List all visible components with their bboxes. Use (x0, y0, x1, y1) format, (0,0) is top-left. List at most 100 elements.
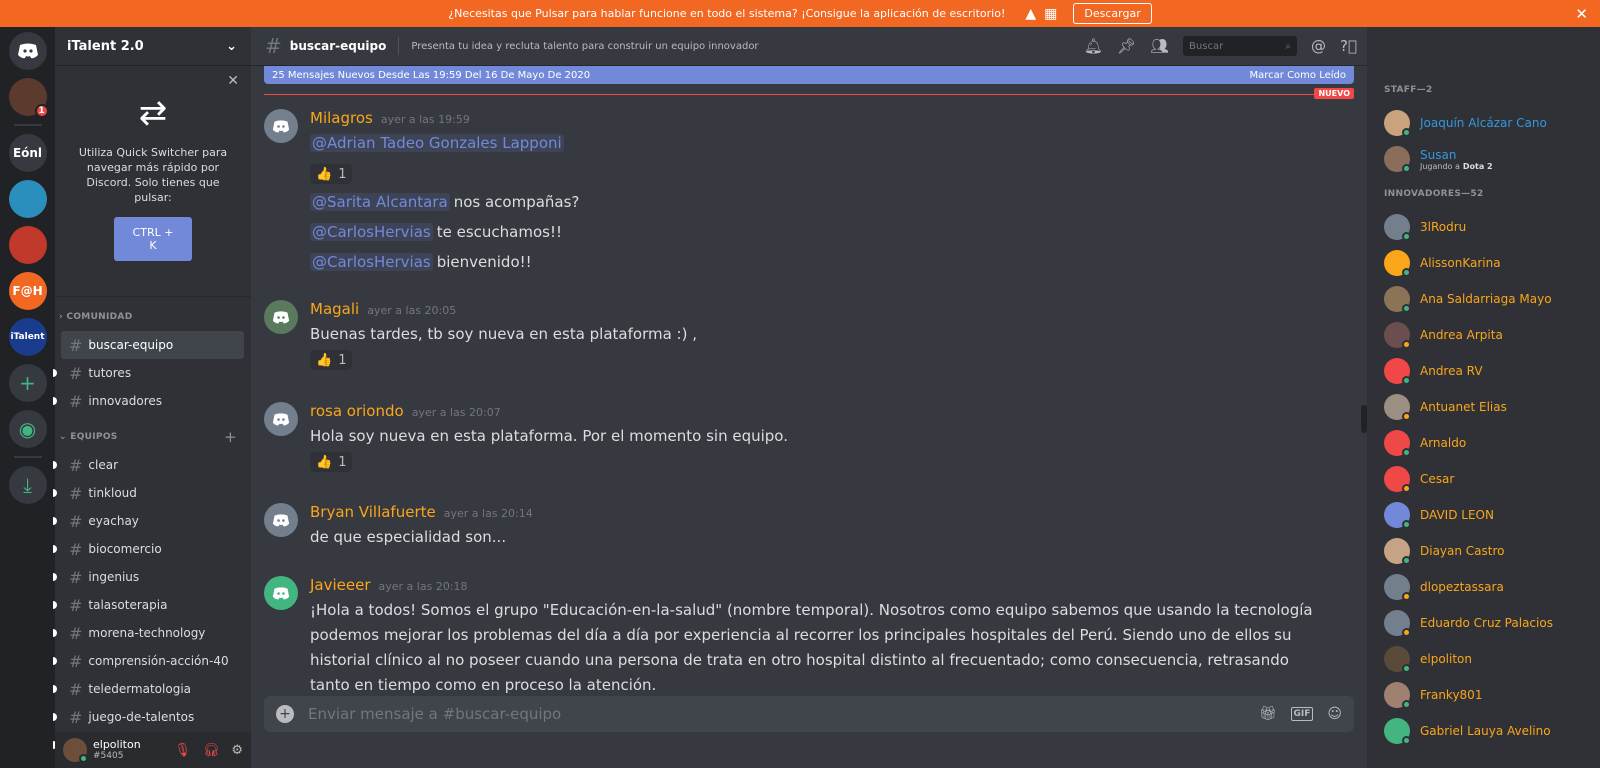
channel-item[interactable]: # innovadores (53, 387, 244, 415)
close-icon[interactable]: ✕ (227, 73, 239, 89)
message-author[interactable]: Magali (310, 300, 359, 318)
server-fah[interactable]: F@H (8, 272, 47, 310)
member-name: Eduardo Cruz Palacios (1420, 616, 1553, 630)
message-composer: + 🎁︎ GIF ☺ (264, 696, 1354, 732)
server-header[interactable]: iTalent 2.0 ⌄ (55, 27, 251, 65)
member-item[interactable]: Eduardo Cruz Palacios (1367, 605, 1600, 641)
channel-item[interactable]: # biocomercio (53, 535, 244, 563)
explore-servers-button[interactable]: ◉ (8, 410, 47, 448)
member-item[interactable]: DAVID LEON (1367, 497, 1600, 533)
member-item[interactable]: Ana Saldarriaga Mayo (1367, 281, 1600, 317)
mention-icon[interactable]: @ (1311, 37, 1326, 55)
channel-item[interactable]: # morena-technology (53, 619, 244, 647)
channel-item[interactable]: # tinkloud (53, 479, 244, 507)
member-item[interactable]: elpoliton (1367, 641, 1600, 677)
avatar[interactable] (264, 503, 298, 537)
member-item[interactable]: Diayan Castro (1367, 533, 1600, 569)
android-icon[interactable]: ▲ (1025, 6, 1036, 22)
member-name: 3lRodru (1420, 220, 1467, 234)
gift-icon[interactable]: 🎁︎ (1259, 706, 1277, 722)
gear-icon[interactable]: ⚙ (231, 743, 243, 758)
shortcut-button[interactable]: CTRL + K (114, 217, 192, 261)
user-mention[interactable]: @CarlosHervias (310, 223, 433, 241)
channel-item[interactable]: # clear (53, 451, 244, 479)
member-item[interactable]: Andrea Arpita (1367, 317, 1600, 353)
channel-item[interactable]: # teledermatologia (53, 675, 244, 703)
pin-icon[interactable]: 📌︎ (1117, 37, 1136, 55)
channel-item[interactable]: # ingenius (53, 563, 244, 591)
unread-indicator (53, 397, 57, 405)
message-author[interactable]: Bryan Villafuerte (310, 503, 436, 521)
user-mention[interactable]: @CarlosHervias (310, 253, 433, 271)
channel-item[interactable]: # buscar-equipo (61, 331, 244, 359)
server-avatar-user[interactable]: 1 (8, 78, 49, 118)
message-input[interactable] (308, 705, 1259, 723)
search-input[interactable]: Buscar ⌕ (1183, 36, 1298, 56)
member-item[interactable]: Gabriel Lauya Avelino (1367, 713, 1600, 749)
deafen-headphones-icon[interactable]: 🎧︎ (203, 743, 220, 758)
unread-indicator (53, 713, 57, 721)
channel-item[interactable]: # eyachay (53, 507, 244, 535)
emoji-icon[interactable]: ☺ (1327, 706, 1342, 722)
discord-home-button[interactable] (8, 32, 47, 70)
help-icon[interactable]: ?⃝ (1340, 37, 1357, 55)
discord-logo-icon (272, 513, 290, 526)
avatar[interactable] (264, 300, 298, 334)
gif-button[interactable]: GIF (1290, 707, 1314, 721)
member-item[interactable]: Andrea RV (1367, 353, 1600, 389)
mute-microphone-icon[interactable]: 🎙︎ (174, 743, 191, 758)
message-timestamp: ayer a las 20:14 (443, 507, 533, 520)
channel-item[interactable]: # tutores (53, 359, 244, 387)
member-item[interactable]: Arnaldo (1367, 425, 1600, 461)
server-italent[interactable]: iTalent (8, 318, 47, 356)
add-server-button[interactable]: + (8, 364, 47, 402)
avatar[interactable] (264, 109, 298, 143)
avatar (1384, 466, 1411, 493)
windows-icon[interactable]: ▦ (1044, 6, 1057, 22)
channel-item[interactable]: # talasoterapia (53, 591, 244, 619)
user-mention[interactable]: @Adrian Tadeo Gonzales Lapponi (310, 134, 564, 152)
message-author[interactable]: Javieeer (310, 576, 371, 594)
member-item[interactable]: Cesar (1367, 461, 1600, 497)
category-header[interactable]: ⌄ EQUIPOS + (55, 428, 251, 446)
member-item[interactable]: Joaquín Alcázar Cano (1367, 105, 1600, 141)
member-item[interactable]: Antuanet Elias (1367, 389, 1600, 425)
message-author[interactable]: Milagros (310, 109, 373, 127)
member-item[interactable]: Franky801 (1367, 677, 1600, 713)
member-item[interactable]: 3lRodru (1367, 209, 1600, 245)
new-messages-bar[interactable]: 25 Mensajes Nuevos Desde Las 19:59 Del 1… (264, 66, 1354, 84)
mark-read-button[interactable]: Marcar Como Leído (1250, 70, 1347, 81)
message-author[interactable]: rosa oriondo (310, 402, 404, 420)
thumbs-up-icon: 👍 (316, 454, 333, 470)
channel-item[interactable]: # comprensión-acción-40 (53, 647, 244, 675)
server-challenge-peru[interactable] (8, 226, 47, 264)
add-attachment-button[interactable]: + (276, 705, 294, 723)
server-eonl[interactable]: Eónl (8, 134, 47, 172)
member-item[interactable]: AlissonKarina (1367, 245, 1600, 281)
member-item[interactable]: dlopeztassara (1367, 569, 1600, 605)
server-education[interactable] (8, 180, 47, 218)
category-header[interactable]: › COMUNIDAD (55, 309, 251, 325)
message-text: Hola soy nueva en esta plataforma. Por e… (310, 427, 788, 445)
reaction-button[interactable]: 👍 1 (310, 452, 353, 472)
avatar[interactable] (264, 576, 298, 610)
chevron-down-icon[interactable]: ⌄ (226, 39, 237, 54)
reaction-button[interactable]: 👍 1 (310, 164, 353, 184)
avatar[interactable] (264, 402, 298, 436)
avatar[interactable] (63, 738, 88, 763)
download-apps-button[interactable]: ⤓ (8, 466, 47, 504)
members-icon[interactable]: 👥︎ (1150, 37, 1169, 55)
reaction-button[interactable]: 👍 1 (310, 350, 353, 370)
message-text: historial clínico al no poseer cuando un… (310, 651, 1289, 669)
channel-item[interactable]: # juego-de-talentos (53, 703, 244, 731)
hash-icon: # (69, 539, 83, 559)
download-button[interactable]: Descargar (1073, 3, 1152, 24)
add-channel-icon[interactable]: + (224, 428, 237, 446)
member-name: Ana Saldarriaga Mayo (1420, 292, 1552, 306)
user-mention[interactable]: @Sarita Alcantara (310, 193, 450, 211)
member-item[interactable]: Susan Jugando a Dota 2 (1367, 141, 1600, 177)
bell-icon[interactable]: 🔔︎ (1084, 37, 1103, 55)
category-label: COMUNIDAD (66, 312, 133, 322)
avatar (1384, 646, 1411, 673)
close-icon[interactable]: ✕ (1575, 5, 1588, 23)
